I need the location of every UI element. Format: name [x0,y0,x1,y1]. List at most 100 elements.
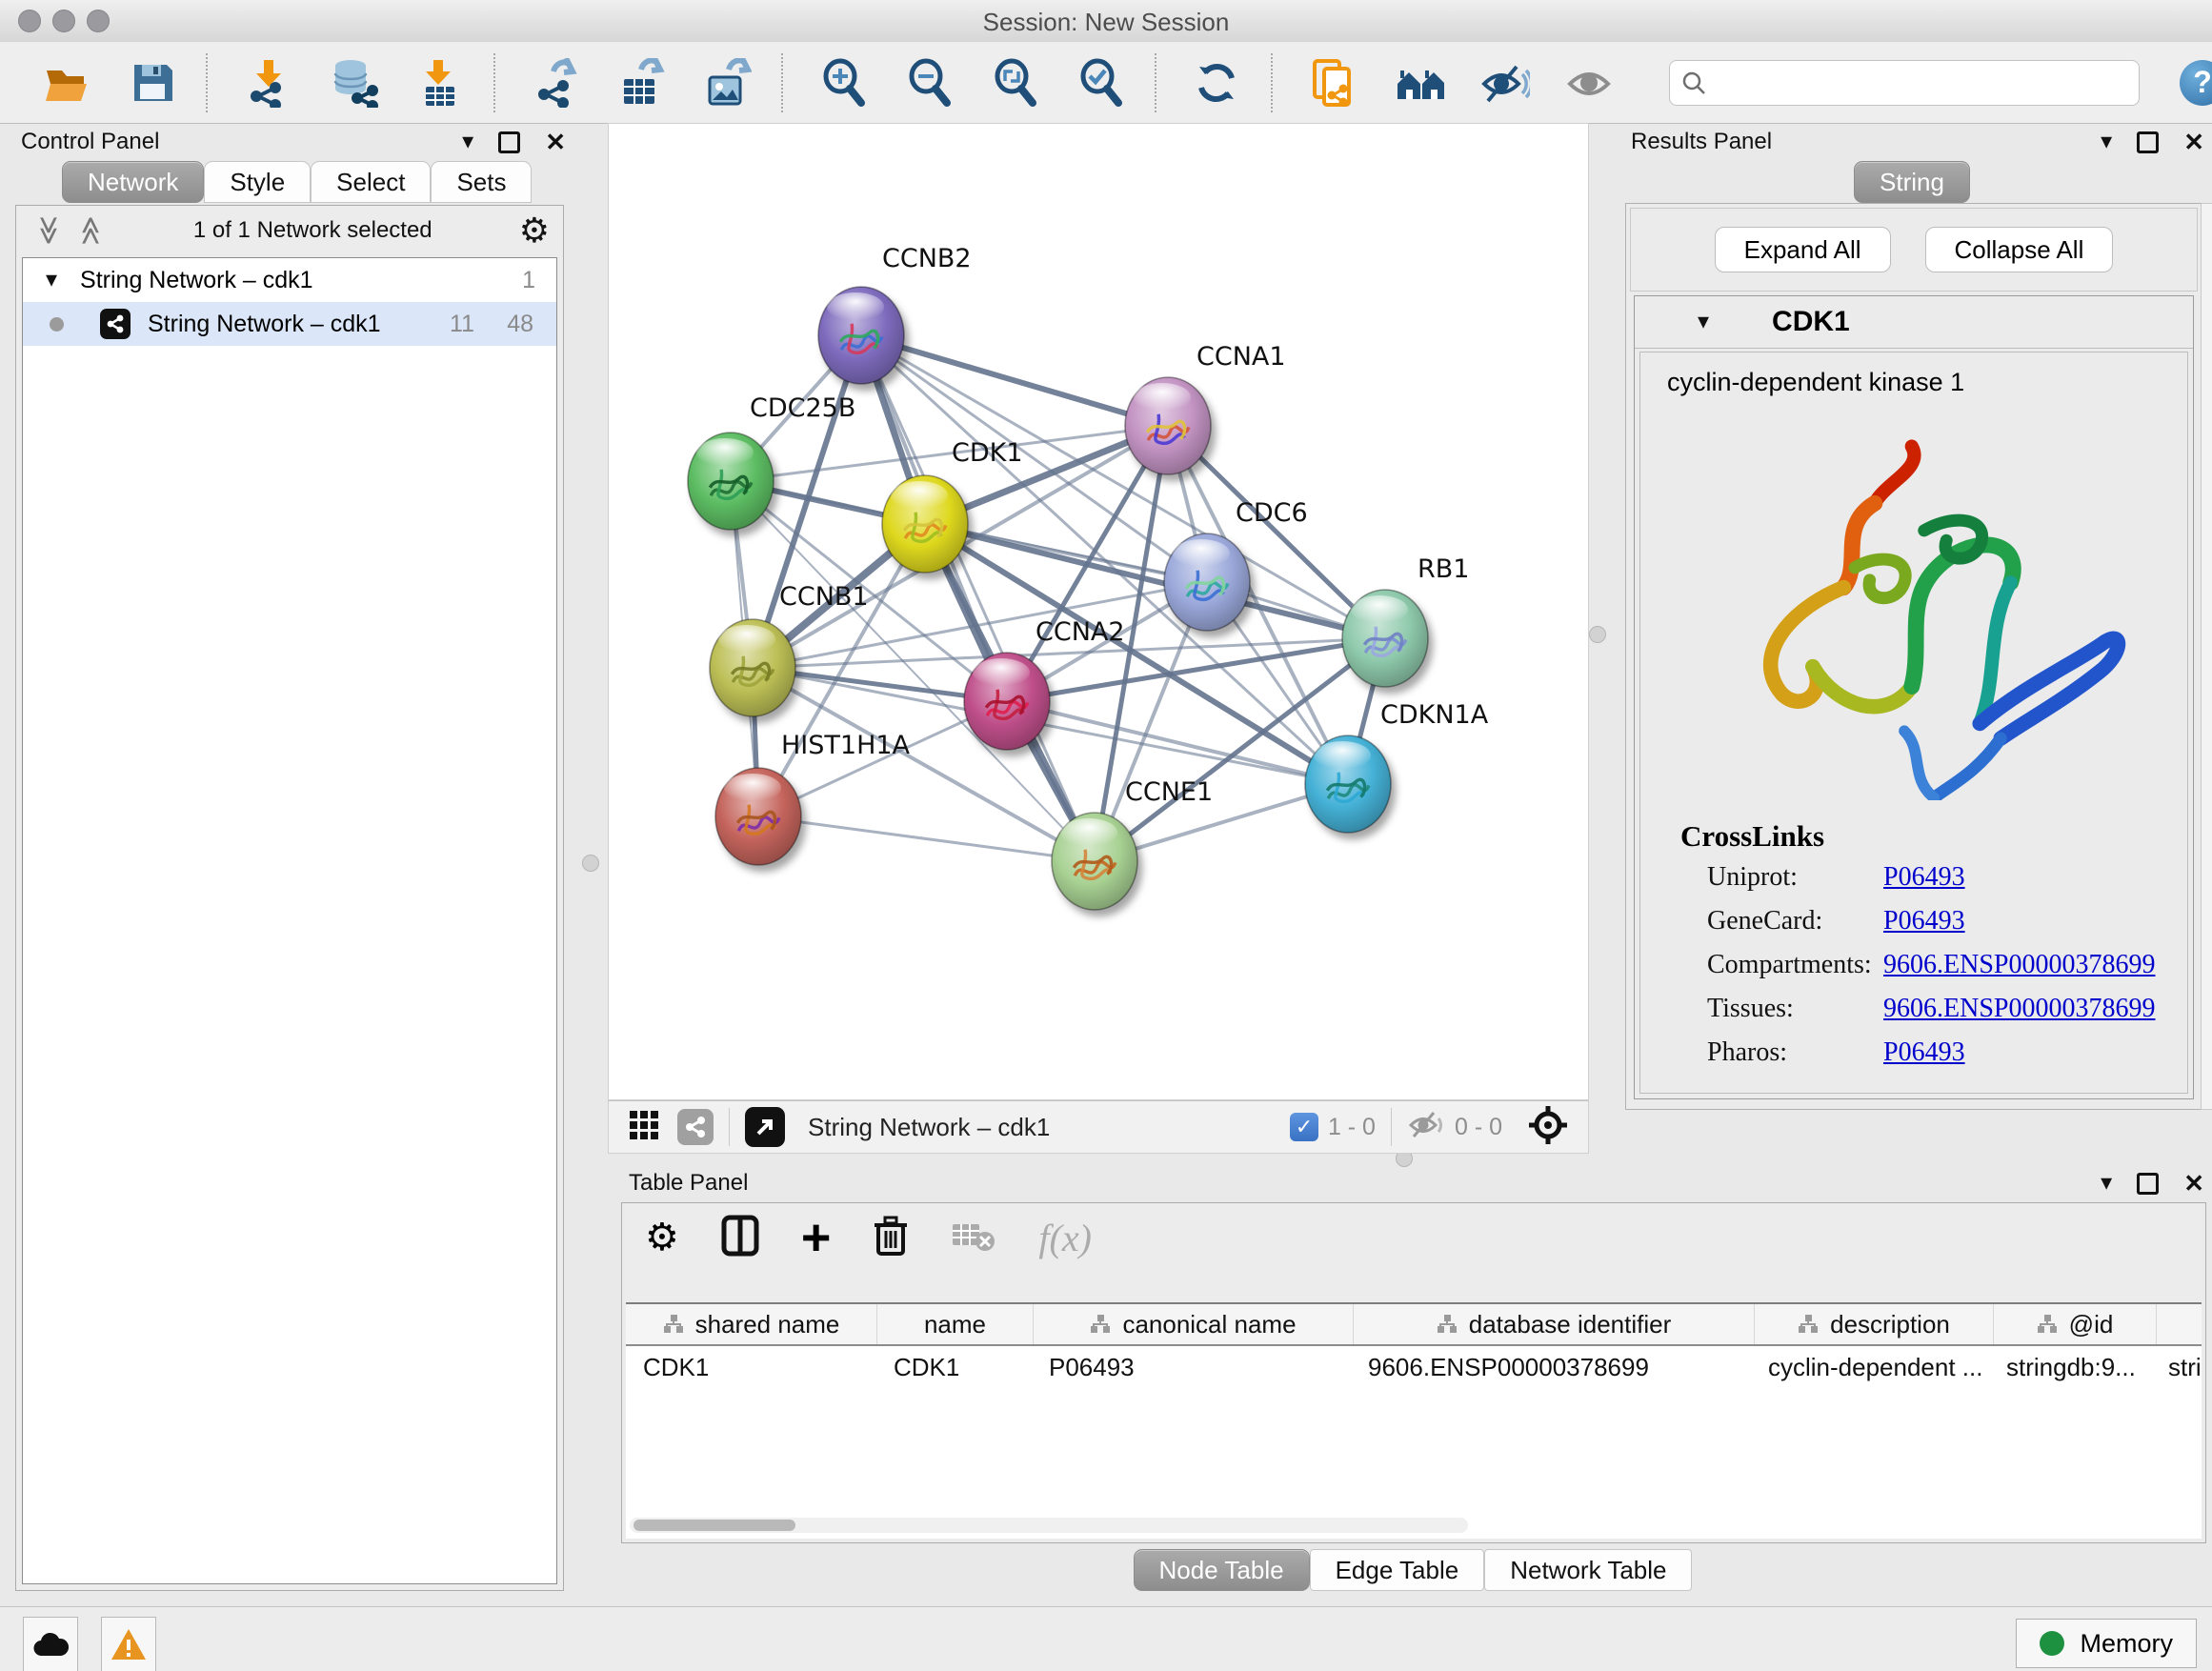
tab-network[interactable]: Network [62,161,204,203]
open-in-window-icon[interactable] [745,1107,785,1147]
tab-sets[interactable]: Sets [431,161,532,203]
table-cell[interactable]: cyclin-dependent ... [1751,1353,1989,1382]
open-session-icon[interactable] [42,58,91,108]
search-field[interactable] [1669,60,2140,106]
close-panel-icon[interactable]: ✕ [2183,1171,2204,1196]
left-splitter-handle[interactable] [582,855,599,872]
help-icon[interactable]: ? [2180,60,2212,106]
float-panel-icon[interactable] [2137,1173,2159,1195]
warning-icon[interactable] [101,1617,156,1671]
table-cell[interactable]: CDK1 [626,1353,876,1382]
fit-content-icon[interactable] [991,58,1040,108]
network-row[interactable]: String Network – cdk1 11 48 [23,302,556,346]
network-edge[interactable] [861,335,1095,861]
network-options-gear-icon[interactable]: ⚙ [519,211,550,251]
panel-menu-icon[interactable]: ▾ [2101,131,2112,153]
tab-select[interactable]: Select [311,161,431,203]
float-panel-icon[interactable] [498,131,520,153]
float-panel-icon[interactable] [2137,131,2159,153]
search-input[interactable] [1706,69,2110,97]
scrollbar-thumb[interactable] [633,1520,795,1531]
grid-view-icon[interactable] [628,1109,660,1146]
network-node-CDK1[interactable] [882,475,968,573]
crosslink-link[interactable]: 9606.ENSP00000378699 [1883,950,2155,994]
table-options-gear-icon[interactable]: ⚙ [645,1216,679,1259]
import-network-database-icon[interactable] [330,58,379,108]
delete-column-icon[interactable] [873,1214,909,1262]
table-row[interactable]: CDK1CDK1P064939606.ENSP00000378699cyclin… [626,1346,2202,1388]
network-collection-row[interactable]: ▾ String Network – cdk1 1 [23,258,556,302]
column-header-description[interactable]: description [1755,1304,1994,1344]
refresh-view-icon[interactable] [1193,58,1242,108]
column-header-@id[interactable]: @id [1994,1304,2157,1344]
network-node-CCNE1[interactable] [1052,813,1137,910]
column-header-database-identifier[interactable]: database identifier [1354,1304,1755,1344]
crosslink-link[interactable]: P06493 [1883,906,1965,950]
network-node-CDKN1A[interactable] [1305,735,1391,833]
table-cell[interactable]: stringdb:9... [1989,1353,2151,1382]
export-network-icon[interactable] [532,58,581,108]
memory-button[interactable]: Memory [2016,1619,2197,1668]
column-header-shared-name[interactable]: shared name [626,1304,877,1344]
save-session-icon[interactable] [128,58,177,108]
network-edge[interactable] [758,816,1095,861]
zoom-selected-icon[interactable] [1076,58,1126,108]
zoom-in-icon[interactable] [819,58,869,108]
horizontal-scrollbar[interactable] [630,1518,1468,1533]
right-splitter-handle[interactable] [1589,626,1606,643]
network-node-HIST1H1A[interactable] [715,768,801,865]
cloud-icon[interactable] [23,1617,78,1671]
close-panel-icon[interactable]: ✕ [2183,130,2204,154]
column-header-name[interactable]: name [877,1304,1034,1344]
network-canvas[interactable]: CCNB2CCNA1CDC25BCDK1CDC6RB1CCNB1CCNA2CDK… [608,123,1589,1100]
close-panel-icon[interactable]: ✕ [545,130,566,154]
table-header-row[interactable]: shared namenamecanonical namedatabase id… [626,1304,2202,1346]
tab-edge-table[interactable]: Edge Table [1310,1549,1485,1591]
network-node-CCNB1[interactable] [710,619,795,716]
panel-menu-icon[interactable]: ▾ [2101,1172,2112,1195]
expand-all-button[interactable]: Expand All [1715,227,1891,272]
column-header-namespace[interactable]: namespace [2157,1304,2202,1344]
show-columns-icon[interactable] [721,1215,759,1261]
crosslink-link[interactable]: P06493 [1883,862,1965,906]
zoom-out-icon[interactable] [905,58,955,108]
column-header-canonical-name[interactable]: canonical name [1034,1304,1354,1344]
network-node-CDC25B[interactable] [688,433,774,530]
birds-eye-view-icon[interactable] [1527,1104,1569,1151]
table-cell[interactable]: CDK1 [876,1353,1032,1382]
import-table-file-icon[interactable] [415,58,465,108]
crosslink-link[interactable]: P06493 [1883,1037,1965,1081]
collapse-all-button[interactable]: Collapse All [1925,227,2114,272]
tab-network-table[interactable]: Network Table [1484,1549,1692,1591]
selected-checkbox-icon[interactable]: ✓ [1290,1113,1318,1141]
show-all-icon[interactable] [1566,58,1616,108]
collapse-all-networks-icon[interactable]: ≫ [34,215,63,245]
first-neighbors-icon[interactable] [1395,58,1444,108]
network-node-CCNA2[interactable] [964,653,1050,750]
table-cell[interactable]: stringdb [2151,1353,2202,1382]
hide-selected-icon[interactable] [1480,58,1530,108]
collection-expander-icon[interactable]: ▾ [46,269,57,292]
tab-string[interactable]: String [1854,161,1970,203]
network-node-CCNA1[interactable] [1125,377,1211,474]
tab-node-table[interactable]: Node Table [1134,1549,1310,1591]
table-cell[interactable]: P06493 [1032,1353,1351,1382]
export-table-icon[interactable] [617,58,667,108]
network-share-icon[interactable] [677,1109,714,1145]
export-image-icon[interactable] [703,58,753,108]
network-node-RB1[interactable] [1342,590,1428,687]
tab-style[interactable]: Style [204,161,311,203]
panel-menu-icon[interactable]: ▾ [462,131,473,153]
expand-all-networks-icon[interactable]: ≫ [77,215,106,245]
gene-expander-icon[interactable]: ▾ [1698,311,1709,333]
network-edge[interactable] [861,335,1168,426]
create-column-icon[interactable]: + [801,1218,832,1257]
table-cell[interactable]: 9606.ENSP00000378699 [1351,1353,1751,1382]
network-node-CCNB2[interactable] [818,287,904,384]
network-edge[interactable] [1007,701,1348,784]
duplicate-network-icon[interactable] [1309,58,1358,108]
results-scrollbar[interactable] [2201,203,2212,1110]
network-node-CDC6[interactable] [1164,534,1250,631]
crosslink-link[interactable]: 9606.ENSP00000378699 [1883,994,2155,1037]
import-network-file-icon[interactable] [244,58,293,108]
